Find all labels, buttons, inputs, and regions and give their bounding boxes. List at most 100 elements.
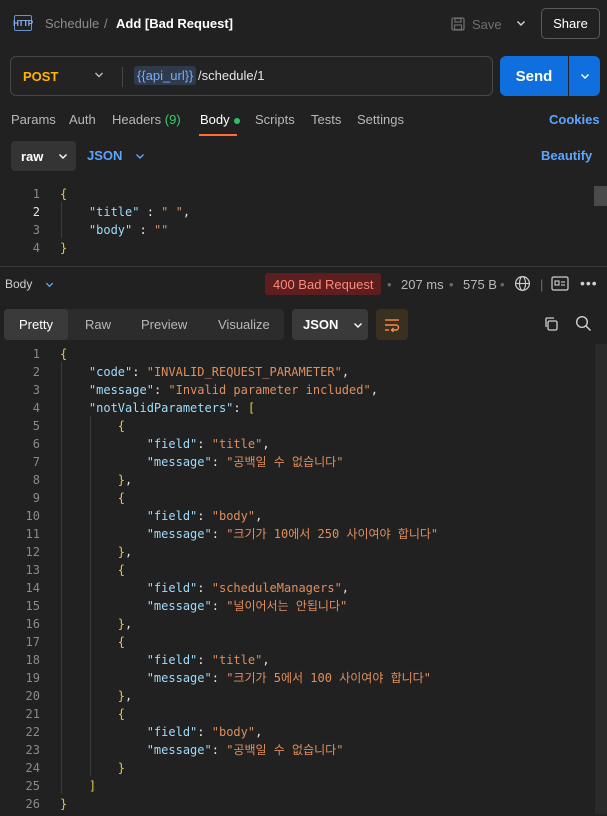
code-text: "message": "Invalid parameter included",: [88, 383, 378, 397]
save-button[interactable]: Save: [450, 12, 502, 36]
wrap-lines-button[interactable]: [376, 309, 408, 340]
line-number: 2: [32, 365, 40, 379]
tab-preview[interactable]: Preview: [141, 309, 187, 340]
response-code-line: 23 "message": "공백일 수 없습니다": [0, 741, 590, 759]
response-code-line: 20 },: [0, 687, 590, 705]
tab-raw[interactable]: Raw: [85, 309, 111, 340]
url-path-input[interactable]: /schedule/1: [198, 68, 265, 83]
line-number: 26: [25, 797, 40, 811]
url-bar: POST {{api_url}} /schedule/1: [10, 56, 493, 96]
body-mode-select[interactable]: raw: [11, 141, 76, 171]
code-text: {: [117, 707, 126, 721]
beautify-button[interactable]: Beautify: [541, 148, 592, 163]
code-text: {: [60, 347, 68, 361]
code-text: },: [117, 545, 133, 559]
line-number: 7: [32, 455, 40, 469]
globe-icon[interactable]: [514, 275, 531, 295]
save-icon: [451, 17, 465, 31]
code-text: }: [60, 241, 68, 255]
tab-visualize[interactable]: Visualize: [218, 309, 270, 340]
response-size[interactable]: 575 B: [463, 277, 497, 292]
line-number: 22: [25, 725, 40, 739]
save-response-icon[interactable]: [551, 276, 569, 294]
search-icon[interactable]: [575, 315, 592, 335]
request-body-editor[interactable]: 1{2 "title" : " ", 3 "body" : "" 4}: [0, 184, 607, 262]
headers-count-badge: (9): [164, 112, 181, 127]
line-number: 2: [32, 205, 40, 219]
response-code-line: 24 }: [0, 759, 590, 777]
chevron-down-icon: [136, 153, 145, 159]
more-options-icon[interactable]: •••: [580, 275, 598, 291]
line-number: 18: [25, 653, 40, 667]
code-text: "title" : " ",: [88, 205, 191, 219]
method-select[interactable]: POST: [23, 69, 58, 84]
response-time[interactable]: 207 ms: [401, 277, 444, 292]
response-code-line: 9 {: [0, 489, 590, 507]
share-button[interactable]: Share: [541, 8, 600, 39]
tab-scripts[interactable]: Scripts: [255, 112, 295, 127]
send-options-button[interactable]: [569, 56, 600, 96]
line-number: 15: [25, 599, 40, 613]
tab-body[interactable]: Body: [200, 112, 240, 127]
response-section-label: Body: [5, 277, 33, 291]
cookies-link[interactable]: Cookies: [549, 112, 600, 127]
code-text: "notValidParameters": [: [88, 401, 256, 415]
response-section-select[interactable]: Body: [5, 277, 55, 291]
code-text: "message": "널이어서는 안됩니다": [146, 599, 348, 613]
response-code-line: 7 "message": "공백일 수 없습니다": [0, 453, 590, 471]
breadcrumb-current[interactable]: Add [Bad Request]: [116, 16, 233, 31]
line-number: 4: [32, 401, 40, 415]
line-number: 4: [32, 241, 40, 255]
url-divider: [122, 67, 123, 87]
response-view-tabs: Pretty Raw Preview Visualize: [4, 309, 284, 340]
method-chevron-icon[interactable]: [93, 67, 105, 86]
tab-settings[interactable]: Settings: [357, 112, 404, 127]
line-number: 3: [32, 383, 40, 397]
chevron-down-icon: [59, 154, 68, 159]
line-number: 8: [32, 473, 40, 487]
response-code-line: 19 "message": "크기가 5에서 100 사이여야 합니다": [0, 669, 590, 687]
code-text: {: [60, 187, 68, 201]
code-text: "message": "공백일 수 없습니다": [146, 455, 344, 469]
chevron-down-icon: [354, 322, 363, 328]
panel-divider[interactable]: [0, 266, 607, 267]
code-text: "field": "body",: [146, 509, 263, 523]
copy-icon[interactable]: [543, 316, 559, 335]
send-button[interactable]: Send: [500, 56, 568, 96]
request-code-line: 2 "title" : " ",: [0, 203, 590, 221]
breadcrumb-separator: /: [104, 16, 108, 31]
request-editor-scrollbar[interactable]: [594, 186, 607, 206]
body-modified-dot-icon: [233, 117, 240, 124]
line-number: 24: [25, 761, 40, 775]
response-format-select[interactable]: JSON: [292, 309, 368, 340]
line-number: 14: [25, 581, 40, 595]
code-text: ]: [88, 779, 97, 793]
save-options-button[interactable]: [509, 10, 533, 36]
line-number: 20: [25, 689, 40, 703]
tab-params[interactable]: Params: [11, 112, 56, 127]
code-text: {: [117, 635, 126, 649]
code-text: "message": "크기가 10에서 250 사이여야 합니다": [146, 527, 439, 541]
tab-tests[interactable]: Tests: [311, 112, 341, 127]
http-request-icon: HTTP: [13, 15, 33, 31]
code-text: },: [117, 473, 133, 487]
tab-pretty[interactable]: Pretty: [4, 309, 68, 340]
tab-auth[interactable]: Auth: [69, 112, 96, 127]
response-code-line: 25 ]: [0, 777, 590, 795]
tab-headers-label: Headers: [112, 112, 162, 127]
response-code-line: 4 "notValidParameters": [: [0, 399, 590, 417]
body-language-select[interactable]: JSON: [87, 148, 146, 163]
line-number: 11: [25, 527, 40, 541]
status-badge[interactable]: 400 Bad Request: [265, 273, 382, 295]
line-number: 23: [25, 743, 40, 757]
code-text: {: [117, 563, 126, 577]
chevron-down-icon: [580, 73, 589, 80]
url-variable[interactable]: {{api_url}}: [134, 66, 197, 85]
breadcrumb-parent[interactable]: Schedule: [45, 16, 99, 31]
code-text: }: [117, 761, 126, 775]
tab-headers[interactable]: Headers (9): [112, 112, 181, 127]
response-code-line: 5 {: [0, 417, 590, 435]
code-text: {: [117, 419, 126, 433]
response-scrollbar[interactable]: [595, 344, 607, 814]
line-number: 19: [25, 671, 40, 685]
